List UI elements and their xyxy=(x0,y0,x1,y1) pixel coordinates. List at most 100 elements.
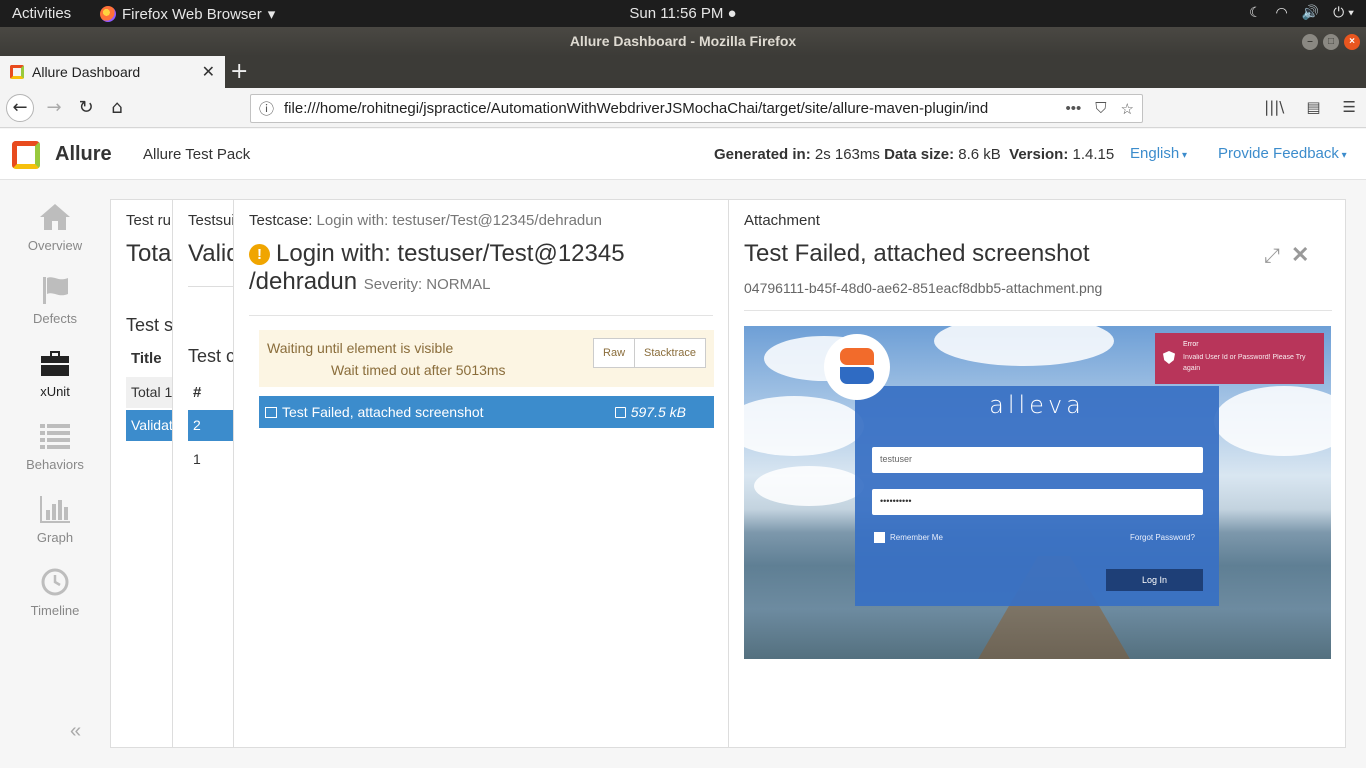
expand-icon[interactable]: ⤢ xyxy=(1264,245,1280,268)
attachment-filename: 04796111-b45f-48d0-ae62-851eacf8dbb5-att… xyxy=(744,280,1103,296)
nav-label: Graph xyxy=(36,530,74,545)
back-button[interactable]: ← xyxy=(6,94,34,122)
column-header-number[interactable]: # xyxy=(193,384,201,401)
tab-strip: Allure Dashboard ✕ + xyxy=(0,56,1366,88)
system-tray[interactable]: ☾ ◠ 🔊 ⏻ ▾ xyxy=(1249,4,1354,21)
failure-message-line: Wait timed out after 5013ms xyxy=(331,362,506,378)
window-title-bar: Allure Dashboard - Mozilla Firefox – □ × xyxy=(0,27,1366,56)
pane-title: Tota xyxy=(126,240,172,267)
divider xyxy=(744,310,1332,311)
language-dropdown[interactable]: English ▾ xyxy=(1130,145,1187,162)
attachment-pane: Attachment Test Failed, attached screens… xyxy=(728,199,1346,748)
nav-label: Overview xyxy=(27,238,83,253)
brand-name[interactable]: Allure xyxy=(55,143,112,166)
clock-icon xyxy=(41,568,69,596)
home-button[interactable]: ⌂ xyxy=(103,94,131,122)
attachment-row[interactable]: Test Failed, attached screenshot 597.5 k… xyxy=(259,396,714,428)
nav-item-overview[interactable]: Overview xyxy=(0,202,110,253)
cloud xyxy=(744,396,864,456)
nav-item-xunit[interactable]: xUnit xyxy=(0,348,110,399)
pane-subtitle: Test s xyxy=(126,315,174,335)
table-row[interactable]: 1 xyxy=(188,444,206,474)
nav-item-defects[interactable]: Defects xyxy=(0,275,110,326)
night-light-icon: ☾ xyxy=(1248,4,1262,20)
report-name: Allure Test Pack xyxy=(143,146,251,163)
allure-logo-icon[interactable] xyxy=(12,141,40,169)
testcase-pane: Testcase: Login with: testuser/Test@1234… xyxy=(233,199,729,748)
new-tab-button[interactable]: + xyxy=(230,59,248,84)
password-field: •••••••••• xyxy=(872,489,1203,515)
failure-message-line: Waiting until element is visible xyxy=(267,340,454,356)
nav-label: Behaviors xyxy=(26,457,84,472)
home-icon xyxy=(40,204,70,230)
cloud xyxy=(934,326,1114,366)
window-title: Allure Dashboard - Mozilla Firefox xyxy=(569,33,797,49)
checkbox-icon xyxy=(874,532,885,543)
testcase-breadcrumb: Testcase: Login with: testuser/Test@1234… xyxy=(249,212,602,229)
pane-label: Test ru xyxy=(126,212,172,229)
close-window-button[interactable]: × xyxy=(1344,34,1360,50)
maximize-button[interactable]: □ xyxy=(1323,34,1339,50)
report-meta: Generated in: 2s 163ms Data size: 8.6 kB… xyxy=(714,146,1115,163)
pane-subtitle: Test c xyxy=(188,346,236,366)
wifi-icon: ◠ xyxy=(1275,4,1288,20)
bar-chart-icon xyxy=(40,496,70,523)
nav-item-graph[interactable]: Graph xyxy=(0,494,110,545)
minimize-button[interactable]: – xyxy=(1302,34,1318,50)
info-icon[interactable]: ⓘ xyxy=(259,98,274,119)
url-text: file:///home/rohitnegi/jspractice/Automa… xyxy=(284,100,989,117)
browser-tab[interactable]: Allure Dashboard ✕ xyxy=(0,56,225,88)
testcase-title: ! Login with: testuser/Test@12345 /dehrad… xyxy=(249,240,625,295)
navigation-toolbar: ← → ↻ ⌂ ⓘ file:///home/rohitnegi/jspract… xyxy=(0,88,1366,128)
attachment-title: Test Failed, attached screenshot xyxy=(744,240,1090,267)
bookmark-star-icon[interactable]: ☆ xyxy=(1121,100,1134,118)
warning-icon: ! xyxy=(249,244,270,265)
error-message: Invalid User Id or Password! Please Try … xyxy=(1183,354,1306,372)
forgot-password-link: Forgot Password? xyxy=(1130,533,1195,542)
flag-icon xyxy=(43,277,68,304)
forward-button[interactable]: → xyxy=(40,94,68,122)
remember-me: Remember Me xyxy=(874,532,943,543)
attachment-screenshot-image: alleva testuser •••••••••• Remember Me F… xyxy=(744,326,1331,659)
save-icon xyxy=(614,407,626,418)
feedback-dropdown[interactable]: Provide Feedback ▾ xyxy=(1218,145,1347,162)
clock[interactable]: Sun 11:56 PM ● xyxy=(0,5,1366,22)
sidebar-toggle-icon[interactable]: ▤ xyxy=(1306,98,1320,116)
tab-title: Allure Dashboard xyxy=(32,64,141,80)
attachment-name: Test Failed, attached screenshot xyxy=(282,404,484,420)
collapse-sidebar-button[interactable]: « xyxy=(70,720,81,743)
test-run-pane: Test ru Tota Test s Title Total 1 Valida… xyxy=(110,199,180,748)
allure-header: Allure Allure Test Pack Generated in: 2s… xyxy=(0,129,1366,180)
volume-icon: 🔊 xyxy=(1301,4,1320,20)
close-icon[interactable]: ✕ xyxy=(1291,242,1309,268)
url-bar[interactable]: ⓘ file:///home/rohitnegi/jspractice/Auto… xyxy=(250,94,1143,123)
attachment-size: 597.5 kB xyxy=(614,404,686,420)
column-header-title[interactable]: Title xyxy=(131,350,162,367)
reload-button[interactable]: ↻ xyxy=(72,94,100,122)
pane-label: Attachment xyxy=(744,212,820,229)
caret-down-icon: ▾ xyxy=(1179,150,1188,161)
shield-icon xyxy=(1163,351,1175,364)
briefcase-icon xyxy=(41,351,69,376)
raw-button[interactable]: Raw xyxy=(593,338,636,368)
stacktrace-button[interactable]: Stacktrace xyxy=(635,338,706,368)
nav-item-timeline[interactable]: Timeline xyxy=(0,567,110,618)
error-toast: Error Invalid User Id or Password! Pleas… xyxy=(1155,333,1324,384)
login-button: Log In xyxy=(1106,569,1203,591)
image-icon xyxy=(265,406,277,418)
system-top-bar: Activities Firefox Web Browser ▾ Sun 11:… xyxy=(0,0,1366,27)
testsuite-pane: Testsui Valid Test c # 2 1 xyxy=(172,199,242,748)
nav-label: Timeline xyxy=(30,603,80,618)
nav-item-behaviors[interactable]: Behaviors xyxy=(0,421,110,472)
power-icon: ⏻ ▾ xyxy=(1333,4,1354,20)
username-field: testuser xyxy=(872,447,1203,473)
library-icon[interactable]: |||\ xyxy=(1264,98,1284,116)
hamburger-menu-icon[interactable]: ☰ xyxy=(1343,98,1356,116)
pane-title: Valid xyxy=(188,240,240,267)
pocket-icon[interactable]: ⛉ xyxy=(1095,100,1106,118)
severity-label: Severity: NORMAL xyxy=(363,276,491,293)
failure-message: Waiting until element is visible Wait ti… xyxy=(259,330,714,387)
close-tab-icon[interactable]: ✕ xyxy=(202,62,215,82)
page-actions-button[interactable]: ••• xyxy=(1066,100,1082,118)
nav-label: xUnit xyxy=(40,384,70,399)
